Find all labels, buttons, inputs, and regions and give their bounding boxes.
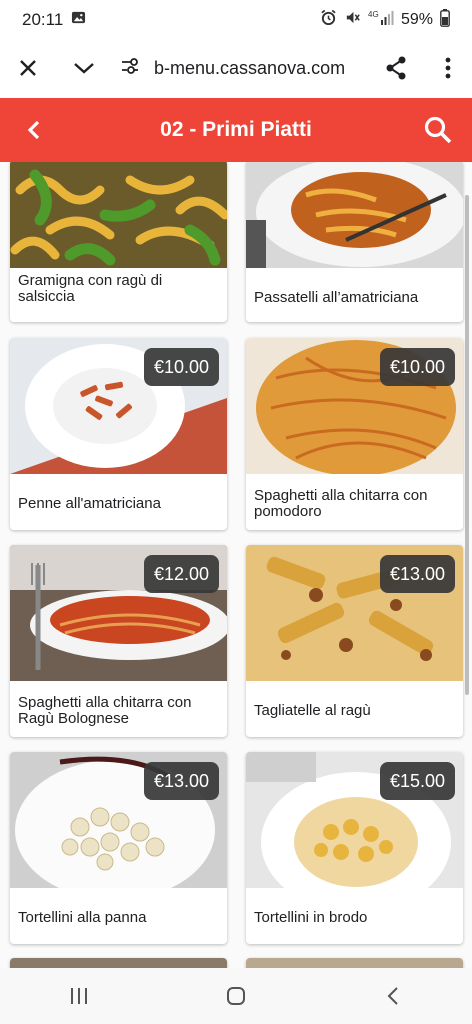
status-bar: 20:11 4G 59% [0, 0, 472, 40]
app-header: 02 - Primi Piatti [0, 98, 472, 162]
price-badge: €10.00 [143, 348, 219, 386]
dish-name: Penne all'amatriciana [18, 495, 161, 512]
more-menu-button[interactable] [424, 40, 472, 96]
browser-toolbar: b-menu.cassanova.com [0, 40, 472, 96]
dish-image: €10.00 [246, 338, 463, 474]
back-button[interactable] [18, 114, 50, 146]
dish-name: Tagliatelle al ragù [254, 702, 371, 719]
close-icon [20, 60, 36, 76]
status-time: 20:11 [22, 10, 64, 29]
home-button[interactable] [206, 976, 266, 1016]
menu-grid: Gramigna con ragù di salsiccia Passatell… [0, 162, 472, 968]
dish-name: Passatelli all’amatriciana [254, 289, 419, 306]
system-back-button[interactable] [363, 976, 423, 1016]
battery-icon [440, 8, 450, 32]
home-icon [226, 987, 245, 1005]
back-arrow-icon [27, 120, 40, 140]
menu-card[interactable] [10, 958, 227, 968]
dish-image: €13.00 [246, 545, 463, 681]
price-badge: €10.00 [379, 348, 455, 386]
chevron-down-icon [74, 63, 94, 74]
system-nav-bar [0, 968, 472, 1024]
menu-card[interactable]: €13.00 Tortellini alla panna [10, 752, 227, 944]
dish-image: €15.00 [246, 752, 463, 888]
search-icon [424, 116, 452, 144]
minimize-button[interactable] [56, 40, 112, 96]
dish-image: €12.00 [10, 545, 227, 681]
dish-image: €13.00 [10, 752, 227, 888]
menu-card[interactable] [246, 958, 463, 968]
back-icon [387, 987, 399, 1005]
alarm-icon [320, 9, 337, 31]
dish-image [10, 958, 227, 968]
menu-card[interactable]: €10.00 Spaghetti alla chitarra con pomod… [246, 338, 463, 530]
dish-name: Spaghetti alla chitarra con pomodoro [254, 487, 428, 520]
dish-image [10, 162, 227, 268]
recents-button[interactable] [49, 976, 109, 1016]
url-bar[interactable]: b-menu.cassanova.com [112, 57, 368, 80]
menu-card[interactable]: Gramigna con ragù di salsiccia [10, 162, 227, 322]
battery-percent: 59% [400, 11, 433, 28]
price-badge: €13.00 [143, 762, 219, 800]
dish-name: Spaghetti alla chitarra con Ragù Bologne… [18, 694, 192, 727]
dish-name: Tortellini alla panna [18, 909, 147, 926]
more-vert-icon [445, 57, 451, 79]
share-button[interactable] [368, 40, 424, 96]
price-badge: €12.00 [143, 555, 219, 593]
price-badge: €15.00 [379, 762, 455, 800]
mute-icon [344, 9, 361, 31]
menu-card[interactable]: €13.00 Tagliatelle al ragù [246, 545, 463, 737]
menu-card[interactable]: €10.00 Penne all'amatriciana [10, 338, 227, 530]
dish-image: €10.00 [10, 338, 227, 474]
dish-name: Tortellini in brodo [254, 909, 368, 926]
svg-text:4G: 4G [368, 10, 379, 19]
recents-icon [70, 988, 87, 1004]
dish-image [246, 162, 463, 268]
price-badge: €13.00 [379, 555, 455, 593]
signal-icon: 4G [368, 9, 394, 31]
menu-card[interactable]: €12.00 Spaghetti alla chitarra con Ragù … [10, 545, 227, 737]
search-button[interactable] [420, 112, 456, 148]
menu-card[interactable]: Passatelli all’amatriciana [246, 162, 463, 322]
page-title: 02 - Primi Piatti [160, 118, 312, 141]
image-icon [71, 10, 86, 30]
menu-card[interactable]: €15.00 Tortellini in brodo [246, 752, 463, 944]
share-icon [386, 56, 406, 80]
site-settings-icon[interactable] [120, 57, 140, 80]
dish-name: Gramigna con ragù di salsiccia [18, 272, 163, 305]
scrollbar[interactable] [465, 195, 469, 695]
url-text[interactable]: b-menu.cassanova.com [154, 58, 345, 79]
dish-image [246, 958, 463, 968]
close-tab-button[interactable] [0, 40, 56, 96]
